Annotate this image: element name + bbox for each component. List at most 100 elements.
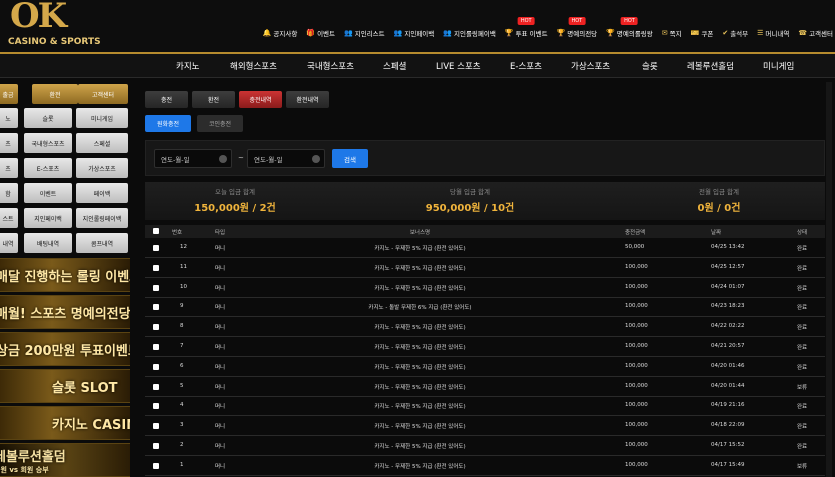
sidebar-menu-button[interactable]: 내역 [0,233,18,253]
sidebar-menu-button[interactable]: 츠 [0,133,18,153]
table-row[interactable]: 5 머니 카지노 - 무제한 5% 지급 (환전 있어도) 100,000 04/20 … [145,378,825,397]
sidebar-menu-button[interactable]: 국내형스포츠 [24,133,72,153]
top-nav-item[interactable]: 🏆 명예의롤링왕 HOT [606,17,653,38]
row-checkbox[interactable] [153,245,159,251]
sidebar-menu-button[interactable]: 스트 [0,208,18,228]
row-checkbox[interactable] [153,344,159,350]
top-nav-item[interactable]: ☰ 머니내역 [757,28,789,38]
sidebar-top-button[interactable]: 환전 [32,84,78,104]
top-nav-item[interactable]: 🎫 쿠폰 [691,28,714,38]
top-nav-item[interactable]: ✉ 쪽지 [662,28,682,38]
table-row[interactable]: 12 머니 카지노 - 무제한 5% 지급 (환전 있어도) 50,000 04/25 … [145,239,825,258]
row-checkbox[interactable] [153,264,159,271]
row-checkbox[interactable] [153,284,159,291]
promo-banner[interactable]: 매월! 스포츠 명예의전당 [0,295,130,329]
main-nav-item[interactable]: LIVE 스포츠 [436,60,481,72]
sidebar-top-button[interactable]: 출금 [0,84,18,104]
row-checkbox[interactable] [153,324,159,331]
cell-amount: 50,000 [625,244,645,250]
tab-bar: 충전 환전 충전내역 환전내역 [145,91,329,108]
sidebar-menu-button[interactable]: 이벤트 [24,183,72,203]
table-row[interactable]: 10 머니 카지노 - 무제한 5% 지급 (환전 있어도) 100,000 04/24… [145,279,825,298]
table-row[interactable]: 7 머니 카지노 - 무제한 5% 지급 (환전 있어도) 100,000 04/21 … [145,338,825,357]
promo-banner[interactable]: 상금 200만원 투표이벤트 [0,332,130,366]
search-button[interactable]: 검색 [332,149,368,168]
date-from-input[interactable]: 연도-월-일 [154,149,232,168]
main-nav-item[interactable]: 해외형스포츠 [230,60,277,72]
cell-bonus: 카지노 - 돌발 무제한 6% 지급 (환전 있어도) [368,305,472,312]
top-nav-item[interactable]: 🎁 이벤트 [306,28,335,38]
sidebar-menu-button[interactable]: 콤프내역 [76,233,128,253]
top-nav-item[interactable]: 👥 지인리스트 [344,28,385,38]
table-row[interactable]: 2 머니 카지노 - 무제한 5% 지급 (환전 있어도) 100,000 04/17 … [145,437,825,456]
calendar-icon[interactable] [219,155,227,163]
logo[interactable]: OK CASINO & SPORTS [6,0,101,48]
table-row[interactable]: 11 머니 카지노 - 무제한 5% 지급 (환전 있어도) 100,000 04/25… [145,259,825,278]
main-nav-item[interactable]: 가상스포츠 [571,60,610,72]
main-nav-item[interactable]: 스페셜 [383,60,406,72]
sidebar-menu-button[interactable]: 가상스포츠 [76,158,128,178]
cell-bonus: 카지노 - 무제한 5% 지급 (환전 있어도) [374,325,466,332]
sidebar-menu-button[interactable]: 스페셜 [76,133,128,153]
calendar-icon[interactable] [312,155,320,163]
sidebar-menu-button[interactable]: 슬롯 [24,108,72,128]
top-nav-item[interactable]: 👥 지인롤링페이백 [443,28,496,38]
cell-no: 8 [180,323,184,330]
scrollbar[interactable] [826,82,832,477]
select-all-checkbox[interactable] [153,228,159,234]
sidebar-menu-button[interactable]: 함 [0,183,18,203]
cell-date: 04/21 20:57 [711,343,745,349]
sidebar-menu-button[interactable]: 배팅내역 [24,233,72,253]
tab-3[interactable]: 환전내역 [286,91,329,108]
promo-banner[interactable]: 레볼루션홀덤회원 vs 회원 승부 [0,443,130,477]
check-icon: ✔ [722,29,729,37]
main-nav-item[interactable]: E-스포츠 [510,60,542,72]
sidebar-menu-button[interactable]: 츠 [0,158,18,178]
main-nav-item[interactable]: 미니게임 [763,60,794,72]
row-checkbox[interactable] [153,443,159,449]
table-row[interactable]: 4 머니 카지노 - 무제한 5% 지급 (환전 있어도) 100,000 04/19 … [145,397,825,417]
cell-type: 머니 [215,364,226,371]
main-nav-item[interactable]: 국내형스포츠 [307,60,354,72]
sidebar-menu-button[interactable]: E-스포츠 [24,158,72,178]
table-row[interactable]: 6 머니 카지노 - 무제한 5% 지급 (환전 있어도) 100,000 04/20 … [145,358,825,377]
tab-1[interactable]: 환전 [192,91,235,108]
promo-banner[interactable]: 카지노 CASINO [0,406,130,440]
table-row[interactable]: 8 머니 카지노 - 무제한 5% 지급 (환전 있어도) 100,000 04/22 … [145,318,825,338]
main-nav-item[interactable]: 카지노 [176,60,199,72]
top-nav-item[interactable]: 🏆 명예의전당 HOT [557,17,597,38]
row-checkbox[interactable] [153,383,159,390]
promo-banner[interactable]: 슬롯 SLOT [0,369,130,403]
promo-banner[interactable]: 매달 진행하는 롤링 이벤트 [0,258,130,292]
main-nav-item[interactable]: 슬롯 [642,60,658,72]
sidebar-menu-button[interactable]: 지인롤링페이백 [76,208,128,228]
top-nav-item[interactable]: 👥 지인페이백 [394,28,435,38]
cell-bonus: 카지노 - 무제한 5% 지급 (환전 있어도) [374,246,466,252]
tab-2[interactable]: 충전내역 [239,91,282,108]
date-to-input[interactable]: 연도-월-일 [247,149,325,168]
sub-tab-0[interactable]: 원화충전 [145,115,191,132]
sidebar-menu-button[interactable]: 미니게임 [76,108,128,128]
top-nav-item[interactable]: 🔔 공지사항 [263,28,298,38]
top-nav-label: 쪽지 [669,30,682,38]
row-checkbox[interactable] [153,423,159,430]
cell-date: 04/20 01:44 [711,382,745,389]
row-checkbox[interactable] [153,403,159,410]
top-nav-item[interactable]: ✔ 출석부 [722,28,748,38]
sidebar-menu-button[interactable]: 페이백 [76,183,128,203]
sub-tab-1[interactable]: 코인충전 [197,115,243,132]
row-checkbox[interactable] [153,462,159,469]
row-checkbox[interactable] [153,304,159,311]
table-row[interactable]: 3 머니 카지노 - 무제한 5% 지급 (환전 있어도) 100,000 04/18 … [145,417,825,437]
table-row[interactable]: 1 머니 카지노 - 무제한 5% 지급 (환전 있어도) 100,000 04/17 … [145,457,825,476]
table-row[interactable]: 9 머니 카지노 - 돌발 무제한 6% 지급 (환전 있어도) 100,000 04/… [145,298,825,318]
top-nav-item[interactable]: 🏆 투표 이벤트 HOT [505,17,548,38]
row-checkbox[interactable] [153,363,159,370]
sidebar-menu-button[interactable]: 지인페이백 [24,208,72,228]
sidebar-menu-button[interactable]: 노 [0,108,18,128]
tab-0[interactable]: 충전 [145,91,188,108]
top-nav-item[interactable]: ☎ 고객센터 [798,28,833,38]
cell-date: 04/23 18:23 [711,303,745,310]
main-nav-item[interactable]: 레볼루션홀덤 [687,60,734,72]
sidebar-top-button[interactable]: 고객센터 [78,84,128,104]
